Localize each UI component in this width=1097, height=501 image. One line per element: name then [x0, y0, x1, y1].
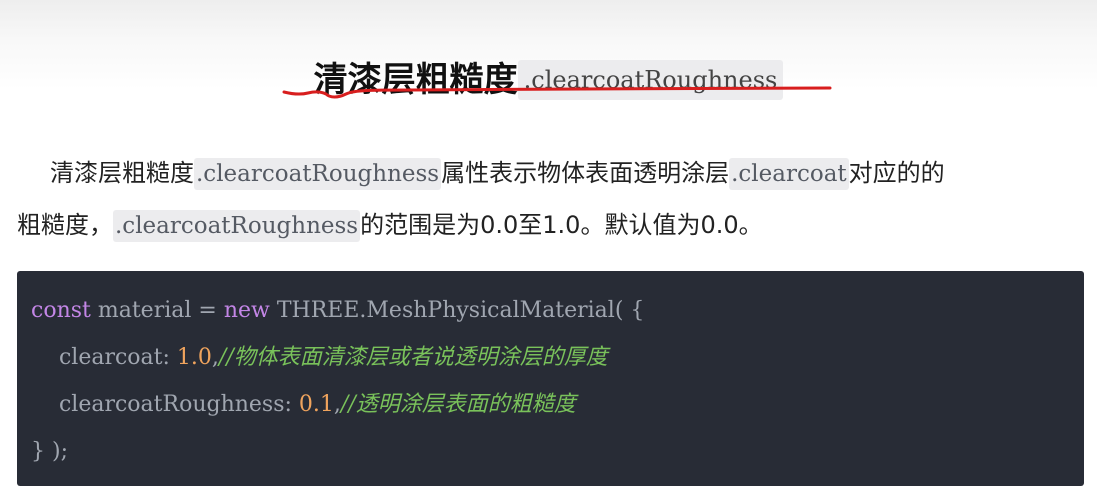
code-block: const material = new THREE.MeshPhysicalM… — [17, 271, 1084, 486]
code-plain: } ); — [31, 439, 68, 464]
code-comment: //物体表面清漆层或者说透明涂层的厚度 — [218, 345, 608, 370]
paragraph-line-2: 粗糙度，.clearcoatRoughness的范围是为0.0至1.0。默认值为… — [17, 200, 1077, 252]
text-run: 粗糙度， — [17, 211, 113, 239]
code-plain: clearcoatRoughness: — [31, 392, 299, 417]
code-number: 0.1 — [298, 392, 334, 417]
code-plain: , — [211, 345, 219, 370]
inline-code: .clearcoat — [729, 158, 849, 190]
red-underline-annotation — [282, 86, 832, 99]
inline-code: .clearcoatRoughness — [113, 210, 361, 242]
code-line-2: clearcoat: 1.0,//物体表面清漆层或者说透明涂层的厚度 — [31, 334, 1084, 381]
code-keyword: new — [223, 298, 270, 323]
code-plain: , — [333, 392, 341, 417]
code-plain: material = — [90, 298, 224, 323]
code-comment: //透明涂层表面的粗糙度 — [340, 392, 576, 417]
code-line-3: clearcoatRoughness: 0.1,//透明涂层表面的粗糙度 — [31, 381, 1084, 428]
code-plain: THREE.MeshPhysicalMaterial( { — [269, 298, 645, 323]
paragraph-line-1: 清漆层粗糙度.clearcoatRoughness属性表示物体表面透明涂层.cl… — [17, 148, 1077, 200]
inline-code: .clearcoatRoughness — [194, 158, 442, 190]
text-run: 的范围是为0.0至1.0。默认值为0.0。 — [360, 211, 763, 239]
text-run: 清漆层粗糙度 — [50, 159, 194, 187]
code-plain: clearcoat: — [31, 345, 177, 370]
code-number: 1.0 — [176, 345, 212, 370]
text-run: 属性表示物体表面透明涂层 — [441, 159, 730, 187]
code-keyword: const — [31, 298, 91, 323]
code-line-4: } ); — [31, 428, 1084, 475]
document-page: 清漆层粗糙度 .clearcoatRoughness 清漆层粗糙度.clearco… — [0, 0, 1097, 501]
code-line-1: const material = new THREE.MeshPhysicalM… — [31, 287, 1084, 334]
description-paragraph: 清漆层粗糙度.clearcoatRoughness属性表示物体表面透明涂层.cl… — [17, 148, 1077, 252]
text-run: 对应的的 — [848, 159, 945, 187]
